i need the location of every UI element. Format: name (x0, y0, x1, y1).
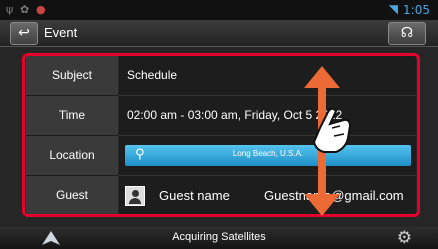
contact-avatar-icon (125, 186, 145, 206)
page-title: Event (44, 25, 78, 40)
guest-value-area: Guest name Guestname@gmail.com (119, 176, 416, 216)
app-icon: ✿ (20, 3, 30, 16)
location-value-area: ⚲ Long Beach, U.S.A. (119, 136, 416, 176)
time-value-area: 02:00 am - 03:00 am, Friday, Oct 5 2012 (119, 96, 416, 136)
subject-value: Schedule (127, 68, 178, 82)
status-bar: ψ ✿ ● ◥ 1:05 (0, 0, 438, 20)
location-label: Location (26, 136, 118, 176)
subject-label: Subject (26, 56, 118, 96)
voice-button[interactable]: ☊ (388, 22, 426, 45)
guest-label: Guest (26, 176, 118, 216)
voice-icon: ☊ (400, 25, 414, 41)
time-label: Time (26, 96, 118, 136)
guest-name: Guest name (159, 188, 230, 203)
back-button[interactable]: ↩ (10, 22, 38, 45)
subject-value-area: Schedule (119, 56, 416, 96)
settings-gear-icon[interactable]: ⚙ (397, 228, 412, 248)
bottom-bar: Acquiring Satellites ⚙ (0, 227, 438, 249)
usb-icon: ψ (6, 3, 14, 16)
scroll-gesture-icon (304, 66, 352, 216)
wifi-icon: ◥ (388, 2, 398, 16)
event-details[interactable]: Subject Schedule Time 02:00 am - 03:00 a… (0, 47, 438, 227)
title-bar: ↩ Event ☊ (0, 20, 438, 47)
clock: 1:05 (403, 3, 430, 17)
notification-icon: ● (36, 3, 46, 16)
back-arrow-icon: ↩ (18, 25, 30, 41)
gps-status: Acquiring Satellites (172, 231, 266, 243)
